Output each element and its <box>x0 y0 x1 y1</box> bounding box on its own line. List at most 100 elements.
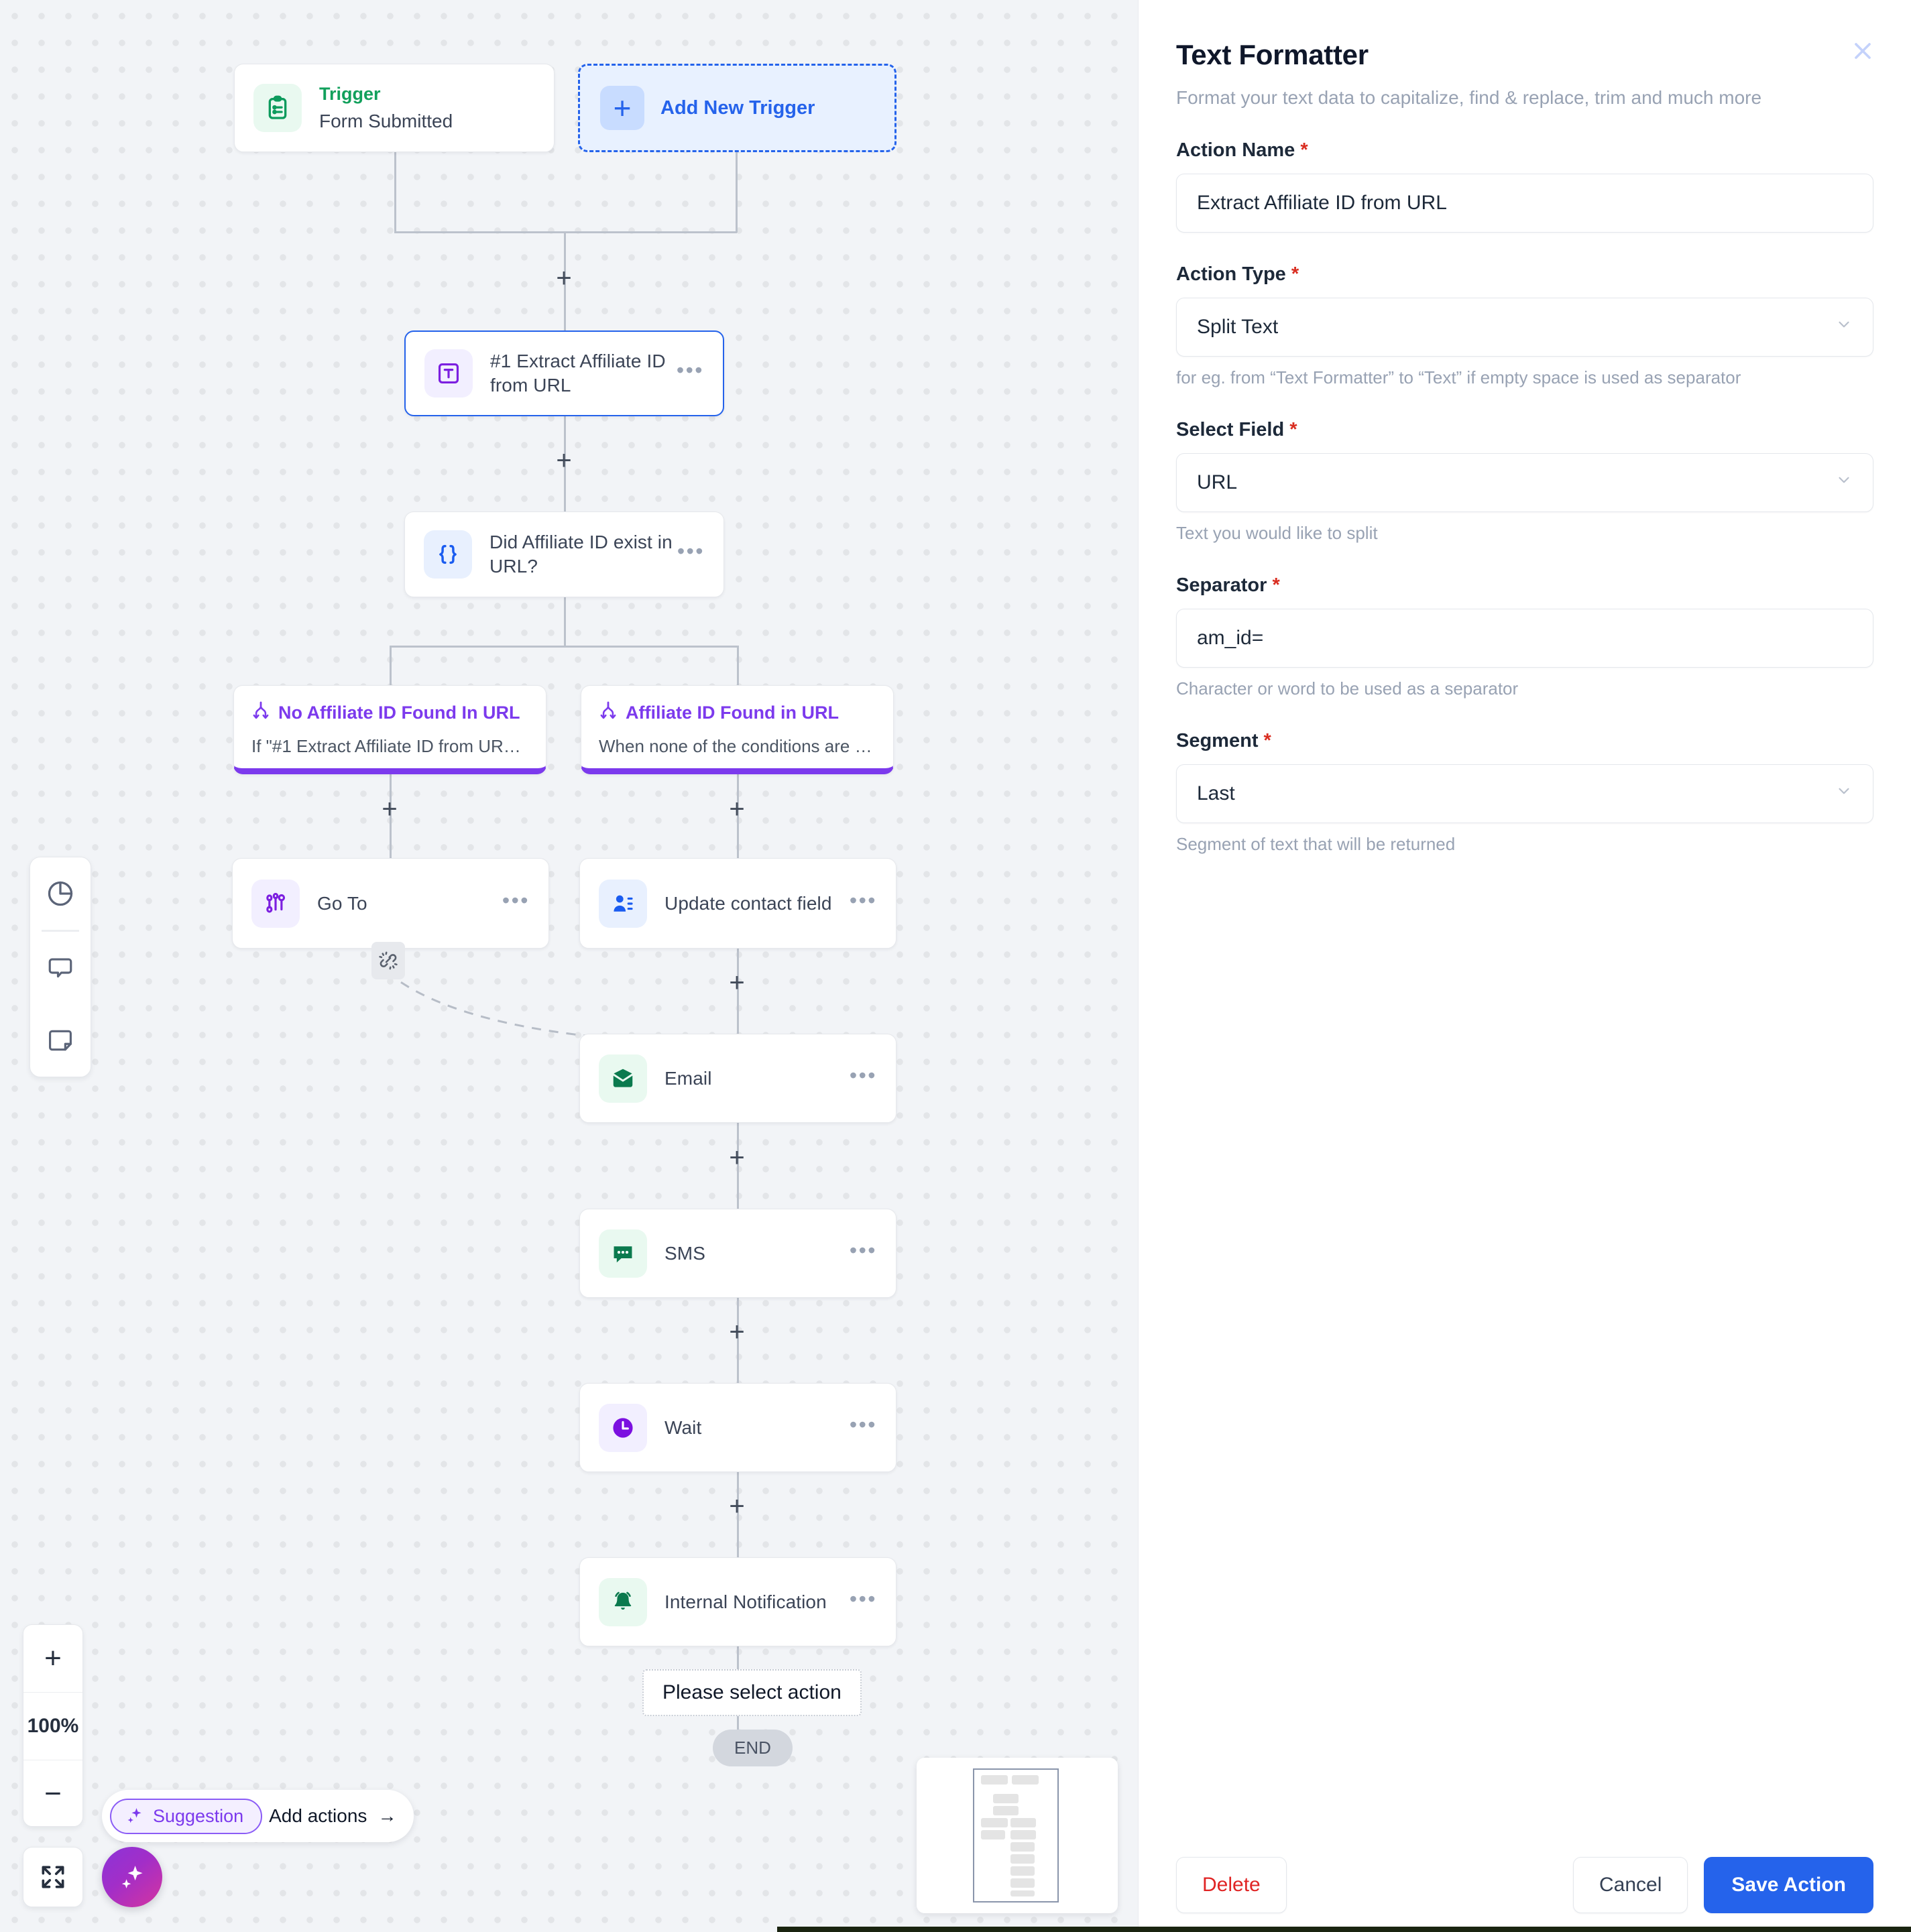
add-new-trigger-label: Add New Trigger <box>660 97 815 119</box>
label-segment: Segment * <box>1176 730 1873 752</box>
node-notification-label: Internal Notification <box>664 1591 827 1612</box>
workflow-canvas[interactable]: Trigger Form Submitted + Add New Trigger… <box>0 0 1138 1932</box>
zoom-out-button[interactable]: − <box>23 1760 82 1826</box>
close-icon[interactable] <box>1844 32 1881 70</box>
node-wait[interactable]: Wait ••• <box>579 1383 896 1472</box>
add-step-left-branch[interactable] <box>378 799 401 822</box>
node-email-menu[interactable]: ••• <box>850 1065 877 1086</box>
canvas-stage: Trigger Form Submitted + Add New Trigger… <box>0 0 1138 1932</box>
zoom-in-button[interactable]: + <box>23 1625 82 1692</box>
goto-icon <box>251 879 300 928</box>
node-wait-label: Wait <box>664 1416 702 1438</box>
segment-value: Last <box>1197 782 1235 804</box>
required-marker: * <box>1300 139 1308 161</box>
branch-no-affiliate-id[interactable]: No Affiliate ID Found In URL If "#1 Extr… <box>233 685 546 774</box>
canvas-tool-rail <box>30 857 91 1077</box>
node-goto-menu[interactable]: ••• <box>502 890 530 911</box>
node-wait-menu[interactable]: ••• <box>850 1414 877 1435</box>
suggestion-bar[interactable]: Suggestion Add actions → <box>102 1790 414 1842</box>
ai-assistant-button[interactable] <box>102 1847 162 1907</box>
panel-subtitle: Format your text data to capitalize, fin… <box>1176 87 1762 108</box>
add-step-after-trigger[interactable] <box>553 268 575 291</box>
field-select-field: Select Field * URL Text you would like t… <box>1176 419 1873 544</box>
edge-condition-split <box>390 646 738 648</box>
separator-input[interactable]: am_id= <box>1176 609 1873 668</box>
chevron-down-icon <box>1835 316 1853 339</box>
required-marker: * <box>1289 419 1297 440</box>
broken-link-icon[interactable] <box>371 942 405 979</box>
label-segment-text: Segment <box>1176 730 1259 751</box>
node-sms-menu[interactable]: ••• <box>850 1240 877 1261</box>
minimap-node <box>1010 1878 1035 1888</box>
action-type-select[interactable]: Split Text <box>1176 298 1873 357</box>
add-step-right-branch[interactable] <box>726 799 748 822</box>
panel-footer: Delete Cancel Save Action <box>1139 1837 1911 1932</box>
suggestion-chip-label: Suggestion <box>153 1805 244 1826</box>
text-formatter-icon <box>424 349 473 398</box>
add-step-after-extract[interactable] <box>553 450 575 473</box>
node-notification-menu[interactable]: ••• <box>850 1588 877 1610</box>
panel-title: Text Formatter <box>1176 39 1369 70</box>
plus-icon: + <box>600 86 644 130</box>
cancel-button[interactable]: Cancel <box>1572 1856 1688 1913</box>
add-step-after-sms[interactable] <box>726 1322 748 1345</box>
select-field-select[interactable]: URL <box>1176 453 1873 512</box>
branch-icon <box>599 701 618 725</box>
field-action-type: Action Type * Split Text for eg. from “T… <box>1176 263 1873 388</box>
add-new-trigger-button[interactable]: + Add New Trigger <box>578 64 896 152</box>
add-actions-button[interactable]: Add actions → <box>269 1805 396 1827</box>
contact-update-icon <box>599 879 647 928</box>
segment-select[interactable]: Last <box>1176 764 1873 823</box>
minimap-node <box>1010 1842 1035 1852</box>
node-update-menu[interactable]: ••• <box>850 890 877 911</box>
edge-trigger-join <box>394 231 737 233</box>
node-sms[interactable]: SMS ••• <box>579 1209 896 1298</box>
comment-icon[interactable] <box>30 932 91 1004</box>
node-sms-label: SMS <box>664 1242 705 1264</box>
helper-separator: Character or word to be used as a separa… <box>1176 678 1519 699</box>
zoom-controls: + 100% − <box>23 1624 83 1827</box>
zoom-level-label: 100% <box>27 1715 79 1737</box>
note-icon[interactable] <box>30 1004 91 1077</box>
chevron-down-icon <box>1835 782 1853 805</box>
canvas-minimap[interactable] <box>917 1758 1118 1913</box>
chevron-down-icon <box>1835 471 1853 494</box>
node-condition-label: Did Affiliate ID exist in URL? <box>489 532 673 577</box>
node-email[interactable]: Email ••• <box>579 1034 896 1123</box>
sparkle-icon <box>127 1808 141 1823</box>
edge-addtrigger-down <box>736 152 738 233</box>
save-action-button[interactable]: Save Action <box>1704 1856 1873 1913</box>
required-marker: * <box>1263 730 1271 751</box>
add-step-after-update[interactable] <box>726 973 748 995</box>
node-extract-menu[interactable]: ••• <box>677 359 704 381</box>
node-extract-affiliate-id[interactable]: #1 Extract Affiliate ID from URL ••• <box>404 330 724 416</box>
required-marker: * <box>1291 263 1299 285</box>
fit-to-screen-button[interactable] <box>23 1847 83 1907</box>
minimap-node <box>981 1818 1008 1827</box>
suggestion-chip[interactable]: Suggestion <box>110 1798 263 1834</box>
delete-button[interactable]: Delete <box>1176 1856 1287 1913</box>
arrow-right-icon: → <box>378 1805 397 1826</box>
branch-affiliate-id-found[interactable]: Affiliate ID Found in URL When none of t… <box>581 685 894 774</box>
label-select-field-text: Select Field <box>1176 419 1285 440</box>
minimap-node <box>1010 1890 1035 1896</box>
pie-chart-icon[interactable] <box>30 857 91 930</box>
label-separator: Separator * <box>1176 575 1873 597</box>
clock-icon <box>599 1403 647 1452</box>
action-name-input[interactable]: Extract Affiliate ID from URL <box>1176 174 1873 233</box>
node-internal-notification[interactable]: Internal Notification ••• <box>579 1557 896 1646</box>
clipboard-list-icon <box>253 84 302 132</box>
label-action-name-text: Action Name <box>1176 139 1295 161</box>
please-select-action-tooltip: Please select action <box>642 1669 862 1716</box>
node-condition-affiliate-id[interactable]: Did Affiliate ID exist in URL? ••• <box>404 511 724 597</box>
node-extract-label: #1 Extract Affiliate ID from URL <box>490 351 666 396</box>
node-go-to[interactable]: Go To ••• <box>232 858 549 949</box>
helper-action-type: for eg. from “Text Formatter” to “Text” … <box>1176 367 1741 387</box>
add-step-after-wait[interactable] <box>726 1496 748 1519</box>
add-step-after-email[interactable] <box>726 1148 748 1170</box>
action-type-value: Split Text <box>1197 316 1279 338</box>
footer-right-actions: Cancel Save Action <box>1572 1856 1873 1913</box>
node-update-contact-field[interactable]: Update contact field ••• <box>579 858 896 949</box>
trigger-node[interactable]: Trigger Form Submitted <box>234 64 555 152</box>
node-condition-menu[interactable]: ••• <box>677 540 705 562</box>
